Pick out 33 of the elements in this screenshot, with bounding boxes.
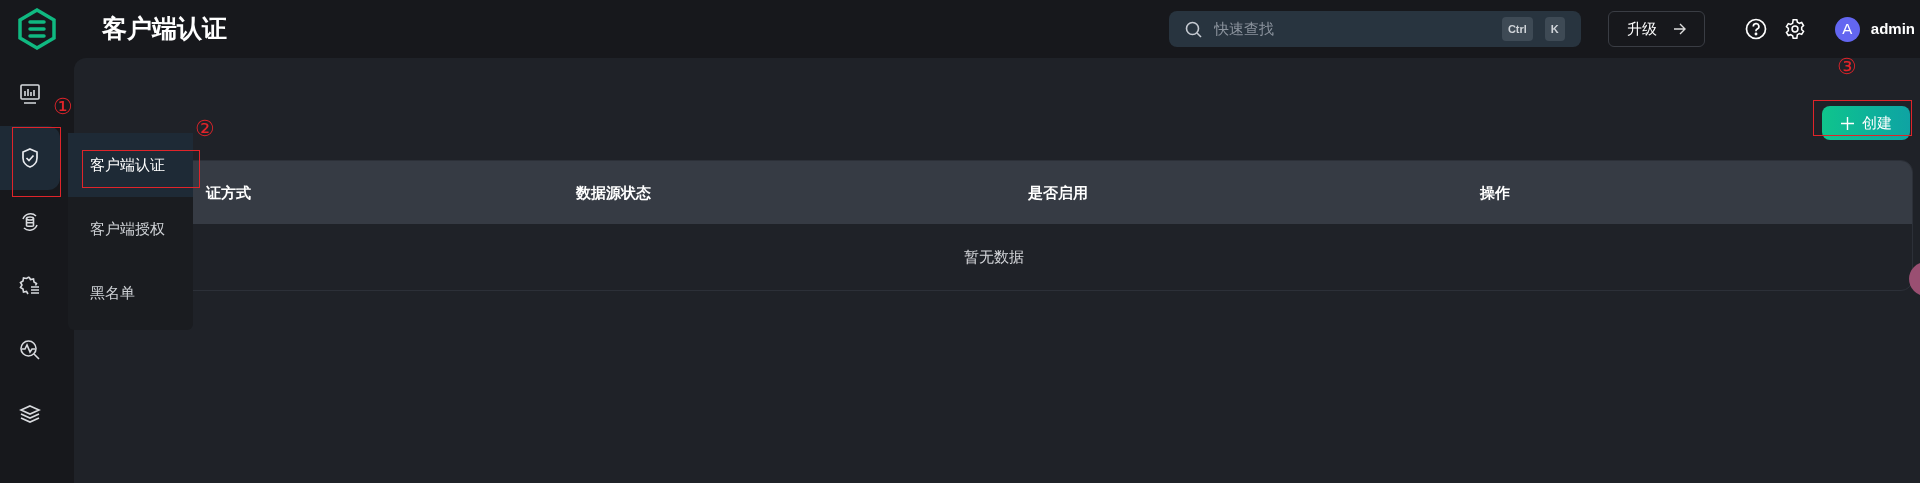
annotation-box	[12, 127, 61, 197]
gear-list-icon	[19, 275, 41, 297]
page-title: 客户端认证	[102, 13, 227, 45]
column-header: 数据源状态	[576, 183, 651, 201]
keyboard-key: Ctrl	[1501, 16, 1533, 42]
submenu-item[interactable]: 客户端授权	[68, 197, 193, 261]
layers-icon	[19, 403, 41, 425]
empty-message: 暂无数据	[964, 246, 1024, 267]
sidebar-item[interactable]	[0, 126, 60, 190]
settings-icon[interactable]	[1783, 18, 1806, 40]
database-sync-icon	[19, 211, 41, 233]
column-header: 操作	[1480, 183, 1510, 201]
plus-icon	[1840, 116, 1854, 130]
keyboard-key: K	[1544, 16, 1565, 42]
upgrade-button[interactable]: 升级	[1607, 11, 1705, 47]
annotation-number: ②	[195, 118, 215, 140]
monitor-chart-icon	[19, 83, 41, 105]
search-icon	[1184, 20, 1202, 38]
arrow-right-icon	[1672, 23, 1686, 35]
app-logo-icon[interactable]	[17, 8, 57, 50]
annotation-number: ③	[1837, 56, 1857, 78]
column-header: 证方式	[206, 183, 251, 201]
user-name[interactable]: admin	[1870, 17, 1915, 41]
user-avatar[interactable]: A	[1834, 16, 1860, 42]
help-icon[interactable]	[1744, 18, 1767, 40]
search-input[interactable]: 快速查找	[1213, 17, 1490, 41]
column-header: 是否启用	[1028, 183, 1088, 201]
submenu-item[interactable]: 黑名单	[68, 261, 193, 325]
annotation-number: ①	[53, 96, 73, 118]
shield-check-icon	[19, 147, 41, 169]
pulse-search-icon	[19, 339, 41, 361]
search-field[interactable]: 快速查找 Ctrl K	[1168, 11, 1581, 47]
submenu-item[interactable]: 客户端认证	[68, 133, 193, 197]
